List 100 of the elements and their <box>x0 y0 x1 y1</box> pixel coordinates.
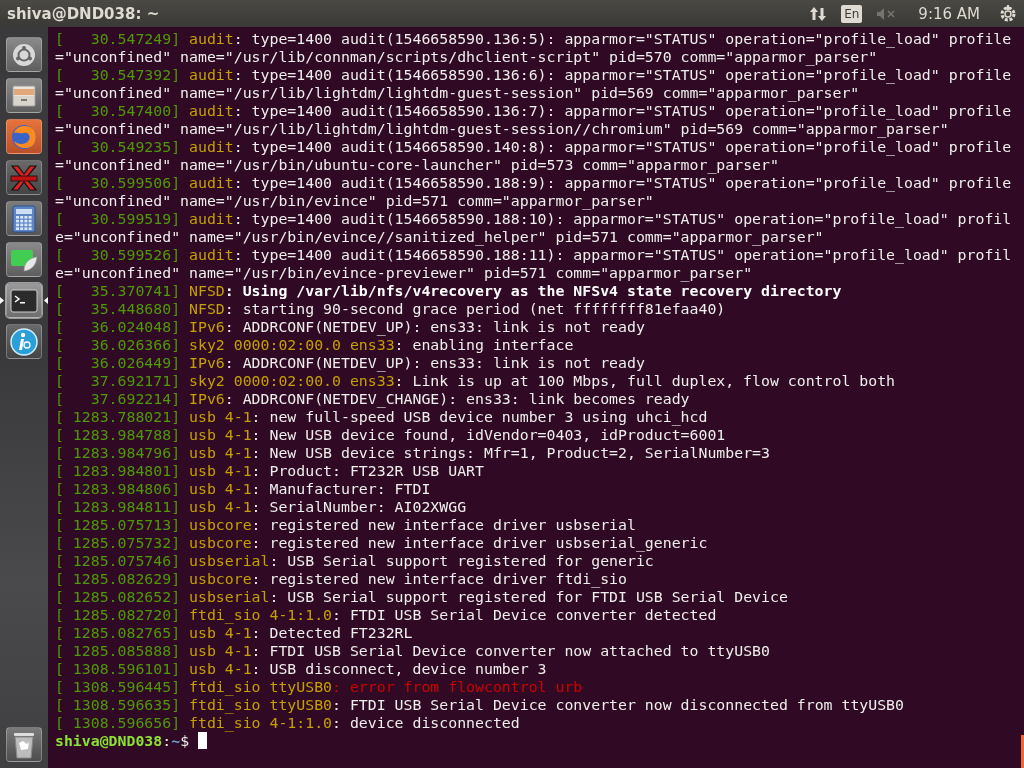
log-message: : registered new interface driver usbserial <box>251 516 636 534</box>
log-source: ftdi_sio 4-1:1.0 <box>189 714 333 732</box>
log-timestamp: [ 1285.082629] <box>55 570 181 588</box>
window-title: shiva@DND038: ~ <box>7 4 161 23</box>
log-message: : USB disconnect, device number 3 <box>251 660 547 678</box>
clock[interactable]: 9:16 AM <box>918 4 980 23</box>
log-source: usb 4-1 <box>189 642 252 660</box>
log-message: : Link is up at 100 Mbps, full duplex, flow control both <box>394 372 896 390</box>
prompt-user-host: shiva@DND038 <box>55 732 163 750</box>
log-timestamp: [ 30.599526] <box>55 246 181 264</box>
log-message: : type=1400 audit(1546658590.136:6): apparmor="STATUS" operation="profile_load" profile <box>233 66 1012 84</box>
keyboard-layout-indicator[interactable]: En <box>841 4 863 23</box>
log-source: audit <box>189 174 234 192</box>
log-timestamp: [ 35.448680] <box>55 300 181 318</box>
log-source: sky2 0000:02:00.0 ens33 <box>189 336 395 354</box>
log-timestamp: [ 1285.075713] <box>55 516 181 534</box>
log-message: : ADDRCONF(NETDEV_UP): ens33: link is not ready <box>224 354 645 372</box>
log-source: NFSD <box>189 300 225 318</box>
terminal-launcher[interactable] <box>6 283 42 318</box>
calculator-launcher[interactable] <box>6 201 42 236</box>
log-source: audit <box>189 66 234 84</box>
active-pointer-icon <box>0 297 4 304</box>
log-message: : type=1400 audit(1546658590.188:11): apparmor="STATUS" operation="profile_load" profil <box>233 246 1012 264</box>
log-source: usbserial <box>189 588 270 606</box>
log-source: usb 4-1 <box>189 426 252 444</box>
log-timestamp: [ 36.026449] <box>55 354 181 372</box>
log-timestamp: [ 1285.075732] <box>55 534 181 552</box>
log-message: ="unconfined" name="/usr/lib/lightdm/lightdm-guest-session//chromium" pid=569 comm="apparmor_parser" <box>55 120 949 138</box>
log-message: : starting 90-second grace period (net ffffffff81efaa40) <box>224 300 726 318</box>
log-timestamp: [ 30.599506] <box>55 174 181 192</box>
log-timestamp: [ 1308.596101] <box>55 660 181 678</box>
info-icon <box>10 327 38 356</box>
leaf-launcher[interactable] <box>6 242 42 277</box>
log-source: NFSD <box>189 282 225 300</box>
trash-launcher[interactable] <box>6 727 42 762</box>
log-timestamp: [ 1285.082765] <box>55 624 181 642</box>
log-message: : type=1400 audit(1546658590.188:10): apparmor="STATUS" operation="profile_load" profil <box>233 210 1012 228</box>
gear-icon[interactable] <box>998 3 1018 24</box>
scrollbar-thumb[interactable] <box>1021 735 1024 768</box>
files-launcher[interactable] <box>6 78 42 113</box>
trash-icon <box>12 730 36 759</box>
text-cursor <box>198 732 207 749</box>
log-source: usb 4-1 <box>189 408 252 426</box>
log-source: usb 4-1 <box>189 462 252 480</box>
log-source: usbcore <box>189 570 252 588</box>
log-timestamp: [ 30.549235] <box>55 138 181 156</box>
dash-button[interactable] <box>6 37 42 72</box>
log-message: : error from flowcontrol urb <box>332 678 583 696</box>
log-message: : USB Serial support registered for generic <box>269 552 654 570</box>
log-message: : type=1400 audit(1546658590.188:9): apparmor="STATUS" operation="profile_load" profile <box>233 174 1012 192</box>
log-timestamp: [ 1283.984811] <box>55 498 181 516</box>
log-source: usb 4-1 <box>189 480 252 498</box>
log-source: ftdi_sio 4-1:1.0 <box>189 606 333 624</box>
log-timestamp: [ 1283.984796] <box>55 444 181 462</box>
log-source: usb 4-1 <box>189 444 252 462</box>
prompt-path: ~ <box>171 732 181 750</box>
log-message: ="unconfined" name="/usr/bin/evince" pid=571 comm="apparmor_parser" <box>55 192 654 210</box>
log-source: usb 4-1 <box>189 498 252 516</box>
log-source: audit <box>189 138 234 156</box>
log-message: : USB Serial support registered for FTDI USB Serial Device <box>269 588 788 606</box>
terminal-icon <box>10 288 38 313</box>
log-timestamp: [ 1285.075746] <box>55 552 181 570</box>
log-source: sky2 0000:02:00.0 ens33 <box>189 372 395 390</box>
log-timestamp: [ 1283.984801] <box>55 462 181 480</box>
log-source: audit <box>189 210 234 228</box>
log-source: audit <box>189 102 234 120</box>
log-message: : FTDI USB Serial Device converter now attached to ttyUSB0 <box>251 642 770 660</box>
log-source: audit <box>189 246 234 264</box>
log-message: : ADDRCONF(NETDEV_CHANGE): ens33: link becomes ready <box>224 390 690 408</box>
cross-icon <box>9 162 39 193</box>
info-launcher[interactable] <box>6 324 42 359</box>
log-message: : Manufacturer: FTDI <box>251 480 431 498</box>
log-message: : new full-speed USB device number 3 using uhci_hcd <box>251 408 708 426</box>
log-timestamp: [ 1308.596445] <box>55 678 181 696</box>
log-source: usbserial <box>189 552 270 570</box>
log-message: ="unconfined" name="/usr/bin/ubuntu-core-launcher" pid=573 comm="apparmor_parser" <box>55 156 779 174</box>
log-message: : device disconnected <box>332 714 520 732</box>
log-message: : enabling interface <box>394 336 574 354</box>
log-message: : type=1400 audit(1546658590.140:8): apparmor="STATUS" operation="profile_load" profile <box>233 138 1012 156</box>
cross-launcher[interactable] <box>6 160 42 195</box>
log-message: : FTDI USB Serial Device converter now disconnected from ttyUSB0 <box>332 696 904 714</box>
log-timestamp: [ 35.370741] <box>55 282 181 300</box>
log-timestamp: [ 1283.788021] <box>55 408 181 426</box>
log-message: ="unconfined" name="/usr/lib/connman/scripts/dhclient-script" pid=570 comm="apparmor_parser" <box>55 48 878 66</box>
log-timestamp: [ 1283.984788] <box>55 426 181 444</box>
active-pointer-icon <box>44 297 48 304</box>
prompt-separator: : <box>162 732 172 750</box>
file-cabinet-icon <box>11 83 37 108</box>
dash-icon <box>12 42 36 67</box>
log-timestamp: [ 1283.984806] <box>55 480 181 498</box>
log-timestamp: [ 1308.596635] <box>55 696 181 714</box>
log-message: : Using /var/lib/nfs/v4recovery as the NFSv4 state recovery directory <box>224 282 842 300</box>
log-timestamp: [ 37.692171] <box>55 372 181 390</box>
log-message: : FTDI USB Serial Device converter detected <box>332 606 717 624</box>
log-message: : type=1400 audit(1546658590.136:5): apparmor="STATUS" operation="profile_load" profile <box>233 30 1012 48</box>
log-source: ftdi_sio ttyUSB0 <box>189 678 333 696</box>
log-timestamp: [ 30.547249] <box>55 30 181 48</box>
log-source: usb 4-1 <box>189 624 252 642</box>
prompt-symbol: $ <box>180 732 190 750</box>
log-message: : SerialNumber: AI02XWGG <box>251 498 467 516</box>
